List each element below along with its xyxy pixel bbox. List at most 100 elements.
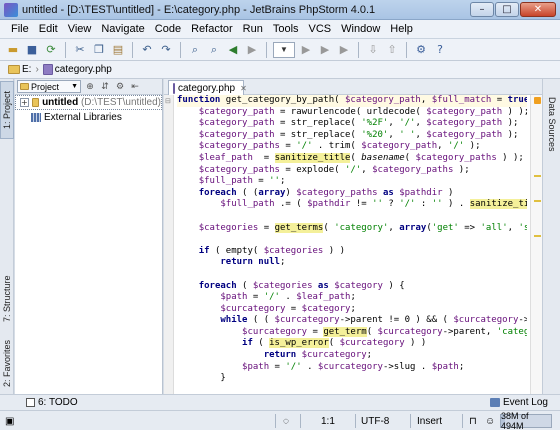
- php-file-icon: [42, 64, 53, 75]
- back-icon[interactable]: ◀: [225, 42, 241, 58]
- tool-windows-toggle-icon[interactable]: ▣: [2, 414, 17, 428]
- tree-item-name: External Libraries: [44, 112, 122, 123]
- todo-icon: [26, 398, 35, 407]
- code-line[interactable]: if ( empty( $categories ) ): [177, 246, 527, 258]
- menu-file[interactable]: File: [6, 23, 34, 35]
- copy-icon[interactable]: ❐: [91, 42, 107, 58]
- code-line[interactable]: function get_category_by_path( $category…: [177, 95, 527, 107]
- forward-icon[interactable]: ▶: [244, 42, 260, 58]
- breadcrumb-file[interactable]: category.php: [42, 64, 112, 75]
- code-line[interactable]: $category_paths = '/' . trim( $category_…: [177, 141, 527, 153]
- code-line[interactable]: $categories = get_terms( 'category', arr…: [177, 222, 527, 235]
- code-line[interactable]: $category_path = rawurlencode( urldecode…: [177, 107, 527, 119]
- code-line[interactable]: [177, 234, 527, 246]
- close-button[interactable]: ✕: [520, 2, 556, 17]
- code-line[interactable]: $path = '/' . $curcategory->slug . $path…: [177, 362, 527, 374]
- menu-help[interactable]: Help: [385, 23, 418, 35]
- menu-edit[interactable]: Edit: [34, 23, 63, 35]
- code-area[interactable]: function get_category_by_path( $category…: [177, 95, 527, 385]
- scroll-from-source-icon[interactable]: ⊕: [84, 81, 96, 93]
- vcs-update-icon[interactable]: ⇩: [365, 42, 381, 58]
- menu-view[interactable]: View: [63, 23, 97, 35]
- menu-code[interactable]: Code: [150, 23, 186, 35]
- editor-tab-category-php[interactable]: category.php ✕: [168, 80, 247, 95]
- code-line[interactable]: $full_path = '';: [177, 176, 527, 188]
- tool-tab-todo[interactable]: 6: TODO: [26, 397, 78, 408]
- code-line[interactable]: [177, 211, 527, 223]
- minimize-button[interactable]: –: [470, 2, 494, 17]
- maximize-button[interactable]: □: [495, 2, 519, 17]
- tool-tab-data-sources[interactable]: Data Sources: [545, 85, 559, 163]
- code-line[interactable]: while ( ( $curcategory->parent != 0 ) &&…: [177, 315, 527, 327]
- code-line[interactable]: $category_path = str_replace( '%2F', '/'…: [177, 118, 527, 130]
- code-editor[interactable]: ⊟ function get_category_by_path( $catego…: [164, 95, 542, 394]
- code-line[interactable]: $leaf_path = sanitize_title( basename( $…: [177, 152, 527, 165]
- menu-run[interactable]: Run: [238, 23, 268, 35]
- run-config-dropdown[interactable]: ▼: [273, 41, 295, 58]
- open-icon[interactable]: ▬: [5, 42, 21, 58]
- editor-gutter[interactable]: ⊟: [164, 95, 174, 394]
- warning-marker[interactable]: [534, 175, 541, 177]
- breadcrumb-drive[interactable]: E:: [8, 64, 31, 75]
- tree-expand-toggle[interactable]: +: [20, 98, 29, 107]
- code-line[interactable]: $category_paths = explode( '/', $categor…: [177, 165, 527, 177]
- run-coverage-icon[interactable]: ▶: [336, 42, 352, 58]
- caret-position[interactable]: 1:1: [318, 414, 338, 428]
- redo-icon[interactable]: ↷: [158, 42, 174, 58]
- memory-indicator[interactable]: 38M of 494M: [500, 411, 552, 430]
- close-icon[interactable]: ✕: [240, 84, 247, 93]
- tool-tab-event-log[interactable]: Event Log: [489, 397, 548, 408]
- memory-label: 38M of 494M: [501, 411, 529, 430]
- error-stripe[interactable]: [530, 95, 542, 394]
- code-line[interactable]: $curcategory = $category;: [177, 304, 527, 316]
- tool-tab-favorites[interactable]: 2: Favorites: [0, 335, 14, 391]
- fold-marker-icon[interactable]: ⊟: [165, 97, 171, 105]
- hide-panel-icon[interactable]: ⇤: [129, 81, 141, 93]
- tree-item-project-root[interactable]: + untitled (D:\TEST\untitled): [15, 95, 162, 110]
- menu-vcs[interactable]: VCS: [304, 23, 337, 35]
- menu-refactor[interactable]: Refactor: [186, 23, 238, 35]
- code-line[interactable]: $path = '/' . $leaf_path;: [177, 292, 527, 304]
- code-line[interactable]: if ( is_wp_error( $curcategory ) ): [177, 338, 527, 350]
- inspection-status-icon[interactable]: [534, 97, 541, 104]
- tree-item-external-libraries[interactable]: External Libraries: [15, 110, 162, 125]
- status-separator: [275, 414, 276, 428]
- undo-icon[interactable]: ↶: [139, 42, 155, 58]
- code-line[interactable]: $full_path .= ( $pathdir != '' ? '/' : '…: [177, 199, 527, 211]
- lock-icon[interactable]: ⊓: [466, 414, 480, 428]
- cut-icon[interactable]: ✂: [72, 42, 88, 58]
- menu-navigate[interactable]: Navigate: [96, 23, 149, 35]
- file-encoding[interactable]: UTF-8: [358, 414, 392, 428]
- tool-tab-project[interactable]: 1: Project: [0, 81, 14, 139]
- code-line[interactable]: foreach ( $categories as $category ) {: [177, 281, 527, 293]
- hector-icon[interactable]: ☺: [482, 414, 498, 428]
- menu-window[interactable]: Window: [336, 23, 385, 35]
- vcs-commit-icon[interactable]: ⇧: [384, 42, 400, 58]
- code-line[interactable]: [177, 269, 527, 281]
- settings-icon[interactable]: ⚙: [413, 42, 429, 58]
- paste-icon[interactable]: ▤: [110, 42, 126, 58]
- code-line[interactable]: return $curcategory;: [177, 350, 527, 362]
- run-icon[interactable]: ▶: [298, 42, 314, 58]
- save-all-icon[interactable]: ■: [24, 42, 40, 58]
- project-view-select[interactable]: Project ▼: [17, 80, 81, 93]
- code-line[interactable]: foreach ( (array) $category_paths as $pa…: [177, 188, 527, 200]
- warning-marker[interactable]: [534, 200, 541, 202]
- status-separator: [462, 414, 463, 428]
- help-icon[interactable]: ?: [432, 42, 448, 58]
- code-line[interactable]: return null;: [177, 257, 527, 269]
- menu-tools[interactable]: Tools: [268, 23, 304, 35]
- warning-marker[interactable]: [534, 235, 541, 237]
- debug-icon[interactable]: ▶: [317, 42, 333, 58]
- main-toolbar: ▬ ■ ⟳ ✂ ❐ ▤ ↶ ↷ ⌕ ⌕ ◀ ▶ ▼ ▶ ▶ ▶ ⇩ ⇧ ⚙ ?: [0, 39, 560, 61]
- find-icon[interactable]: ⌕: [187, 42, 203, 58]
- code-line[interactable]: }: [177, 373, 527, 385]
- sync-icon[interactable]: ⟳: [43, 42, 59, 58]
- code-line[interactable]: $category_path = str_replace( '%20', ' '…: [177, 130, 527, 142]
- gear-icon[interactable]: ⚙: [114, 81, 126, 93]
- collapse-all-icon[interactable]: ⇵: [99, 81, 111, 93]
- replace-icon[interactable]: ⌕: [206, 42, 222, 58]
- left-tool-strip: 1: Project 7: Structure 2: Favorites: [0, 79, 14, 394]
- code-line[interactable]: $curcategory = get_term( $curcategory->p…: [177, 326, 527, 339]
- tool-tab-structure[interactable]: 7: Structure: [0, 269, 14, 329]
